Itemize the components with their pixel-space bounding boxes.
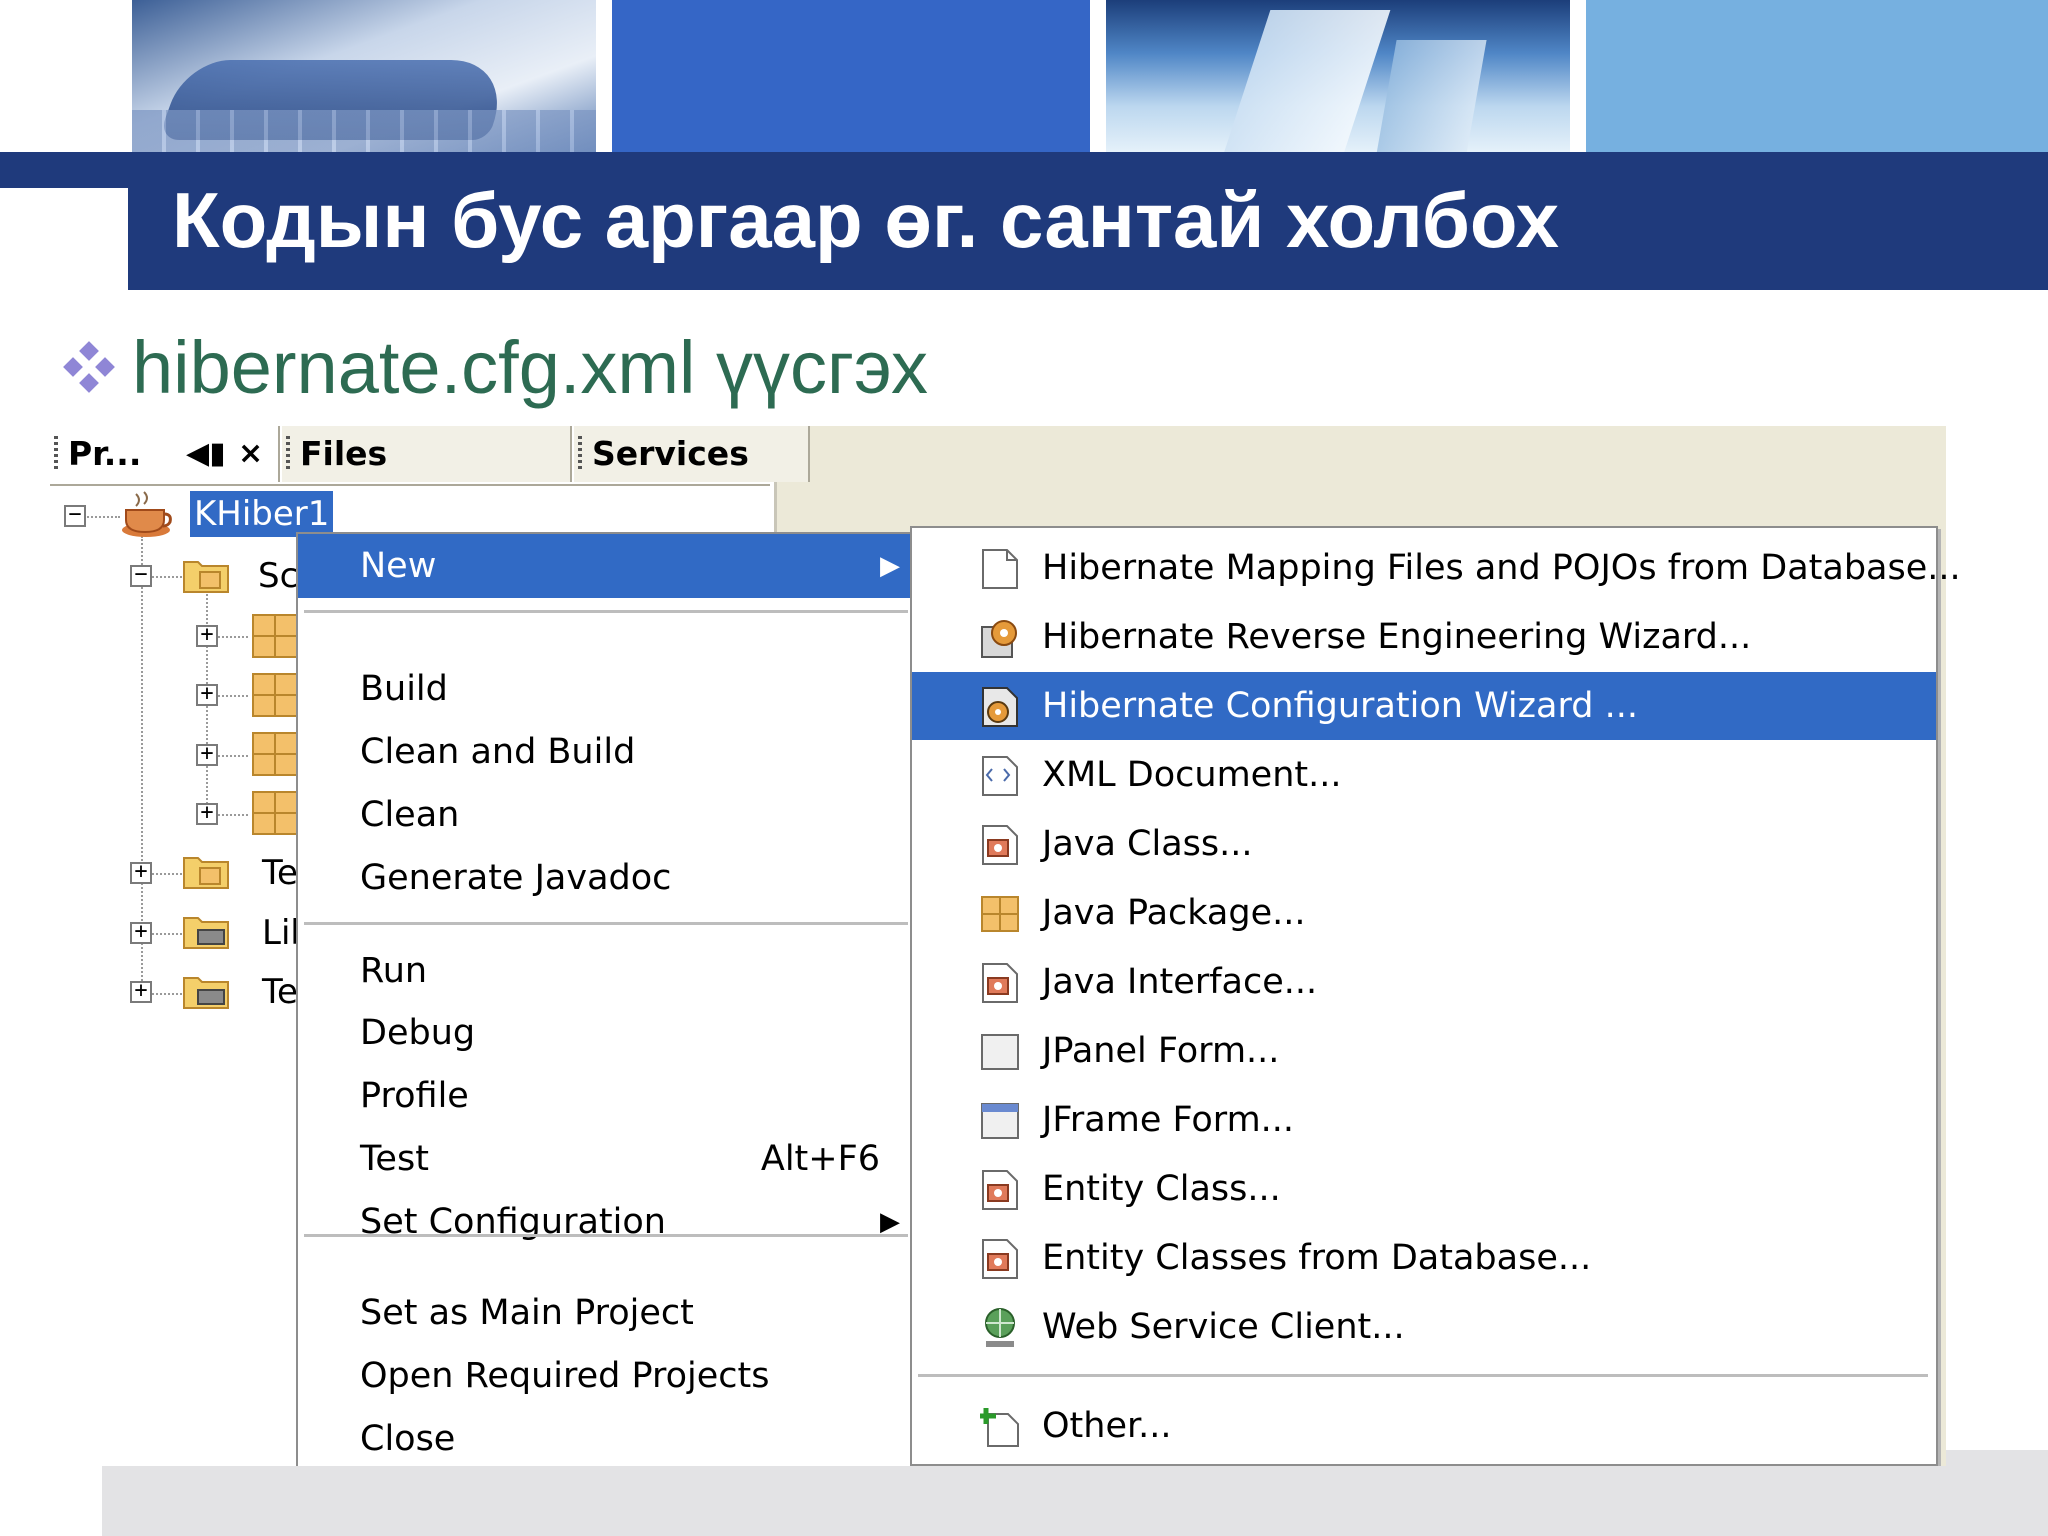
expand-toggle[interactable]: +: [130, 980, 152, 1003]
menu-separator: [304, 1234, 908, 1237]
entity-class-icon: [982, 1170, 1018, 1210]
footer-band: [102, 1466, 2048, 1536]
menu-item-run[interactable]: Run: [298, 942, 910, 1000]
tab-projects[interactable]: Pr... ◀▮ ×: [50, 426, 280, 482]
header-image-blue: [612, 0, 1090, 152]
footer-band: [1946, 1450, 2048, 1536]
globe-icon: [985, 1308, 1015, 1347]
submenu-item-web-service-client[interactable]: Web Service Client...: [912, 1293, 1936, 1361]
tab-services-label: Services: [592, 434, 749, 473]
collapse-toggle[interactable]: −: [64, 504, 86, 527]
title-bar-accent: [0, 152, 132, 188]
library-folder-icon: [183, 917, 229, 949]
folder-icon: [183, 561, 229, 593]
tree-line: [84, 516, 120, 518]
header-image-buildings: [1106, 0, 1570, 152]
folder-icon: [183, 857, 229, 889]
menu-item-test[interactable]: Test Alt+F6: [298, 1130, 910, 1188]
collapse-toggle[interactable]: −: [130, 564, 152, 587]
tree-node-test-packages[interactable]: Te: [262, 850, 298, 896]
expand-toggle[interactable]: +: [196, 624, 218, 647]
submenu-item-java-interface[interactable]: Java Interface...: [912, 948, 1936, 1016]
expand-toggle[interactable]: +: [130, 861, 152, 884]
header-image-lightblue: [1586, 0, 2048, 152]
shortcut-label: Alt+F6: [760, 1139, 880, 1179]
package-icon: [252, 614, 298, 658]
tree-line: [218, 695, 248, 697]
submenu-item-xml-document[interactable]: XML Document...: [912, 741, 1936, 809]
submenu-item-entity-class[interactable]: Entity Class...: [912, 1155, 1936, 1223]
menu-item-set-as-main-project[interactable]: Set as Main Project: [298, 1284, 910, 1342]
menu-item-open-required-projects[interactable]: Open Required Projects: [298, 1347, 910, 1405]
tab-files-label: Files: [300, 434, 388, 473]
menu-item-close[interactable]: Close: [298, 1410, 910, 1466]
expand-toggle[interactable]: +: [196, 802, 218, 825]
submenu-item-java-package[interactable]: Java Package...: [912, 879, 1936, 947]
menu-item-profile[interactable]: Profile: [298, 1067, 910, 1125]
new-file-icon: [980, 1408, 1019, 1447]
tree-line: [152, 576, 182, 578]
context-menu: New ▶ Build Clean and Build Clean Genera…: [296, 532, 916, 1468]
tree-line: [152, 873, 182, 875]
close-icon[interactable]: ×: [238, 426, 263, 482]
submenu-item-reverse-engineering[interactable]: Hibernate Reverse Engineering Wizard...: [912, 603, 1936, 671]
tab-projects-label: Pr...: [68, 434, 142, 473]
java-project-icon: [122, 491, 172, 537]
jpanel-icon: [981, 1034, 1019, 1070]
java-package-icon: [981, 896, 1019, 932]
expand-toggle[interactable]: +: [130, 921, 152, 944]
package-icon: [252, 673, 298, 717]
package-icon: [252, 732, 298, 776]
submenu-item-entity-classes-from-database[interactable]: Entity Classes from Database...: [912, 1224, 1936, 1292]
submenu-arrow-icon: ▶: [880, 551, 900, 581]
tree-node-test-libraries[interactable]: Te: [262, 969, 298, 1015]
java-class-icon: [982, 825, 1018, 865]
bullet-text: hibernate.cfg.xml үүсгэх: [132, 326, 928, 409]
submenu-arrow-icon: ▶: [880, 1207, 900, 1237]
submenu-item-hibernate-configuration-wizard[interactable]: Hibernate Configuration Wizard ...: [912, 672, 1936, 740]
expand-toggle[interactable]: +: [196, 743, 218, 766]
file-icon: [982, 549, 1018, 589]
menu-separator: [304, 610, 908, 613]
menu-item-new[interactable]: New ▶: [298, 534, 910, 598]
tree-line: [218, 755, 248, 757]
menu-item-build[interactable]: Build: [298, 660, 910, 718]
submenu-item-jpanel-form[interactable]: JPanel Form...: [912, 1017, 1936, 1085]
tree-node-source-packages[interactable]: Sc: [258, 553, 298, 599]
java-interface-icon: [982, 963, 1018, 1003]
wizard-icon: [982, 687, 1018, 727]
tree-line: [218, 636, 248, 638]
submenu-item-java-class[interactable]: Java Class...: [912, 810, 1936, 878]
submenu-item-hibernate-mapping[interactable]: Hibernate Mapping Files and POJOs from D…: [912, 534, 1961, 602]
menu-item-generate-javadoc[interactable]: Generate Javadoc: [298, 849, 910, 907]
tree-node-project[interactable]: KHiber1: [190, 491, 334, 537]
jframe-icon: [981, 1103, 1019, 1139]
menu-item-set-configuration[interactable]: Set Configuration ▶: [298, 1193, 910, 1251]
tree-line: [152, 993, 182, 995]
new-submenu: Hibernate Mapping Files and POJOs from D…: [910, 526, 1961, 1466]
menu-item-debug[interactable]: Debug: [298, 1004, 910, 1062]
menu-separator: [918, 1374, 1928, 1377]
submenu-item-jframe-form[interactable]: JFrame Form...: [912, 1086, 1936, 1154]
tree-line: [218, 814, 248, 816]
package-icon: [252, 791, 298, 835]
library-folder-icon: [183, 977, 229, 1009]
tree-line: [152, 933, 182, 935]
tab-services[interactable]: Services: [574, 426, 810, 482]
entity-class-icon: [982, 1239, 1018, 1279]
header-image-keyboard: [132, 0, 596, 152]
panel-tab-bar: Pr... ◀▮ × Files Services: [50, 426, 810, 486]
tab-files[interactable]: Files: [282, 426, 572, 482]
slide-title: Кодын бус аргаар өг. сантай холбох: [172, 176, 1559, 264]
xml-file-icon: [982, 756, 1018, 796]
menu-item-clean[interactable]: Clean: [298, 786, 910, 844]
minimize-icon[interactable]: ◀▮: [186, 426, 226, 482]
submenu-item-other[interactable]: Other...: [912, 1392, 1936, 1460]
menu-separator: [304, 922, 908, 925]
expand-toggle[interactable]: +: [196, 683, 218, 706]
menu-item-clean-and-build[interactable]: Clean and Build: [298, 723, 910, 781]
wizard-icon: [981, 620, 1017, 658]
bullet-diamond-icon: [63, 341, 115, 393]
